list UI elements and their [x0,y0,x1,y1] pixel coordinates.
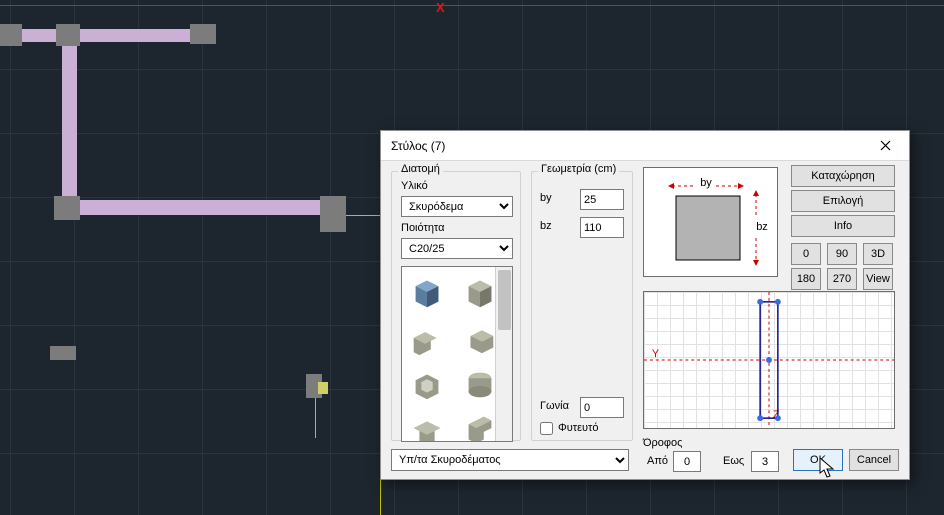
quality-label: Ποιότητα [401,222,444,234]
shape-option-t[interactable] [406,409,448,441]
column-node [320,196,346,232]
section-fieldset: Διατομή Υλικό Σκυρόδεμα Ποιότητα C20/25 [391,171,521,441]
shape-scrollbar[interactable] [495,267,512,441]
material-select[interactable]: Σκυρόδεμα [401,196,513,217]
info-button[interactable]: Info [791,215,895,237]
bz-input[interactable] [580,217,624,238]
shape-option-l1[interactable] [406,317,448,359]
guide-line [346,215,380,216]
rotate-270-button[interactable]: 270 [827,268,857,290]
column-dialog: Στύλος (7) Διατομή Υλικό Σκυρόδεμα Ποιότ… [380,130,910,480]
marker [318,382,328,394]
dialog-titlebar[interactable]: Στύλος (7) [381,131,909,161]
column-node [0,24,22,46]
column-node [190,24,216,44]
material-label: Υλικό [401,180,428,192]
quality-select[interactable]: C20/25 [401,238,513,259]
wall-segment [77,200,324,215]
column-node [56,24,80,46]
dialog-title: Στύλος (7) [391,139,445,153]
angle-label: Γωνία [540,400,569,412]
section-preview: by bz [643,167,778,277]
dialog-footer: Υπ/τα Σκυροδέματος OK Cancel [381,441,909,479]
view-3d-button[interactable]: 3D [863,243,893,265]
close-button[interactable] [865,133,905,159]
bz-label: bz [540,220,552,232]
guide-line [380,480,381,515]
preview-bz-label: bz [756,221,768,233]
shape-option-u[interactable] [406,363,448,405]
column-node [50,346,76,360]
geometry-fieldset: Γεωμετρία (cm) by bz Γωνία Φυτευτό [531,171,633,441]
close-icon [880,140,891,151]
shape-list[interactable] [401,266,513,442]
by-label: by [540,192,552,204]
x-axis-label: X [436,0,445,15]
rotate-0-button[interactable]: 0 [791,243,821,265]
plan-preview: Y Z [643,291,895,429]
planted-label: Φυτευτό [558,422,599,434]
angle-input[interactable] [580,397,624,418]
geometry-legend: Γεωμετρία (cm) [538,163,619,175]
rotate-180-button[interactable]: 180 [791,268,821,290]
wall-segment [62,42,77,210]
substrate-select[interactable]: Υπ/τα Σκυροδέματος [391,449,629,471]
cancel-button[interactable]: Cancel [849,449,899,471]
by-input[interactable] [580,189,624,210]
register-button[interactable]: Καταχώρηση [791,165,895,187]
section-legend: Διατομή [398,163,443,175]
view-button[interactable]: View [863,268,893,290]
rotate-90-button[interactable]: 90 [827,243,857,265]
svg-text:Y: Y [652,348,659,360]
guide-line [315,398,316,438]
select-button[interactable]: Επιλογή [791,190,895,212]
preview-by-label: by [700,177,712,189]
x-axis-line [0,5,944,6]
dialog-body: Διατομή Υλικό Σκυρόδεμα Ποιότητα C20/25 [381,161,909,479]
shape-option-cube1[interactable] [406,271,448,313]
planted-checkbox[interactable] [540,422,553,435]
ok-button[interactable]: OK [793,449,843,471]
scroll-thumb[interactable] [498,270,511,330]
wall-segment [0,29,200,42]
column-node [54,196,80,220]
